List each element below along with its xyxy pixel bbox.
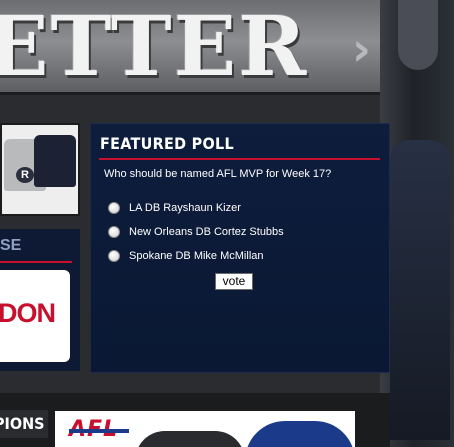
radio-button[interactable] [108, 250, 120, 262]
navy-shirt [34, 135, 76, 187]
photo-detail [398, 0, 438, 70]
radio-button[interactable] [108, 202, 120, 214]
afl-banner[interactable]: AFL [55, 411, 355, 447]
newsletter-banner[interactable]: ETTER › [0, 0, 380, 95]
banner-text: ETTER [0, 0, 309, 95]
promo-card[interactable]: DON [0, 270, 70, 362]
helmet-shape [245, 421, 355, 447]
poll-question: Who should be named AFL MVP for Week 17? [104, 168, 332, 180]
photo-detail [390, 140, 450, 440]
poll-option-label[interactable]: Spokane DB Mike McMillan [129, 250, 264, 262]
player-photo [380, 0, 454, 447]
promo-panel: SE DON [0, 229, 80, 371]
vote-button[interactable]: vote [215, 273, 253, 290]
poll-option-label[interactable]: LA DB Rayshaun Kizer [129, 202, 241, 214]
chevron-right-icon[interactable]: › [352, 22, 371, 76]
radio-button[interactable] [108, 226, 120, 238]
poll-divider [99, 158, 380, 160]
afl-logo: AFL [69, 417, 130, 442]
promo-heading: SE [0, 237, 22, 254]
poll-title: FEATURED POLL [100, 134, 234, 153]
shirt-logo: R [16, 167, 34, 183]
champions-tab[interactable]: PIONS [0, 410, 48, 438]
helmet-shape [135, 431, 245, 447]
merch-shirts-image[interactable]: R [0, 123, 80, 216]
poll-option-label[interactable]: New Orleans DB Cortez Stubbs [129, 226, 284, 238]
champions-tab-label: PIONS [0, 414, 45, 433]
featured-poll: FEATURED POLL Who should be named AFL MV… [90, 123, 390, 373]
promo-card-text: DON [0, 298, 56, 328]
promo-divider [0, 261, 72, 263]
